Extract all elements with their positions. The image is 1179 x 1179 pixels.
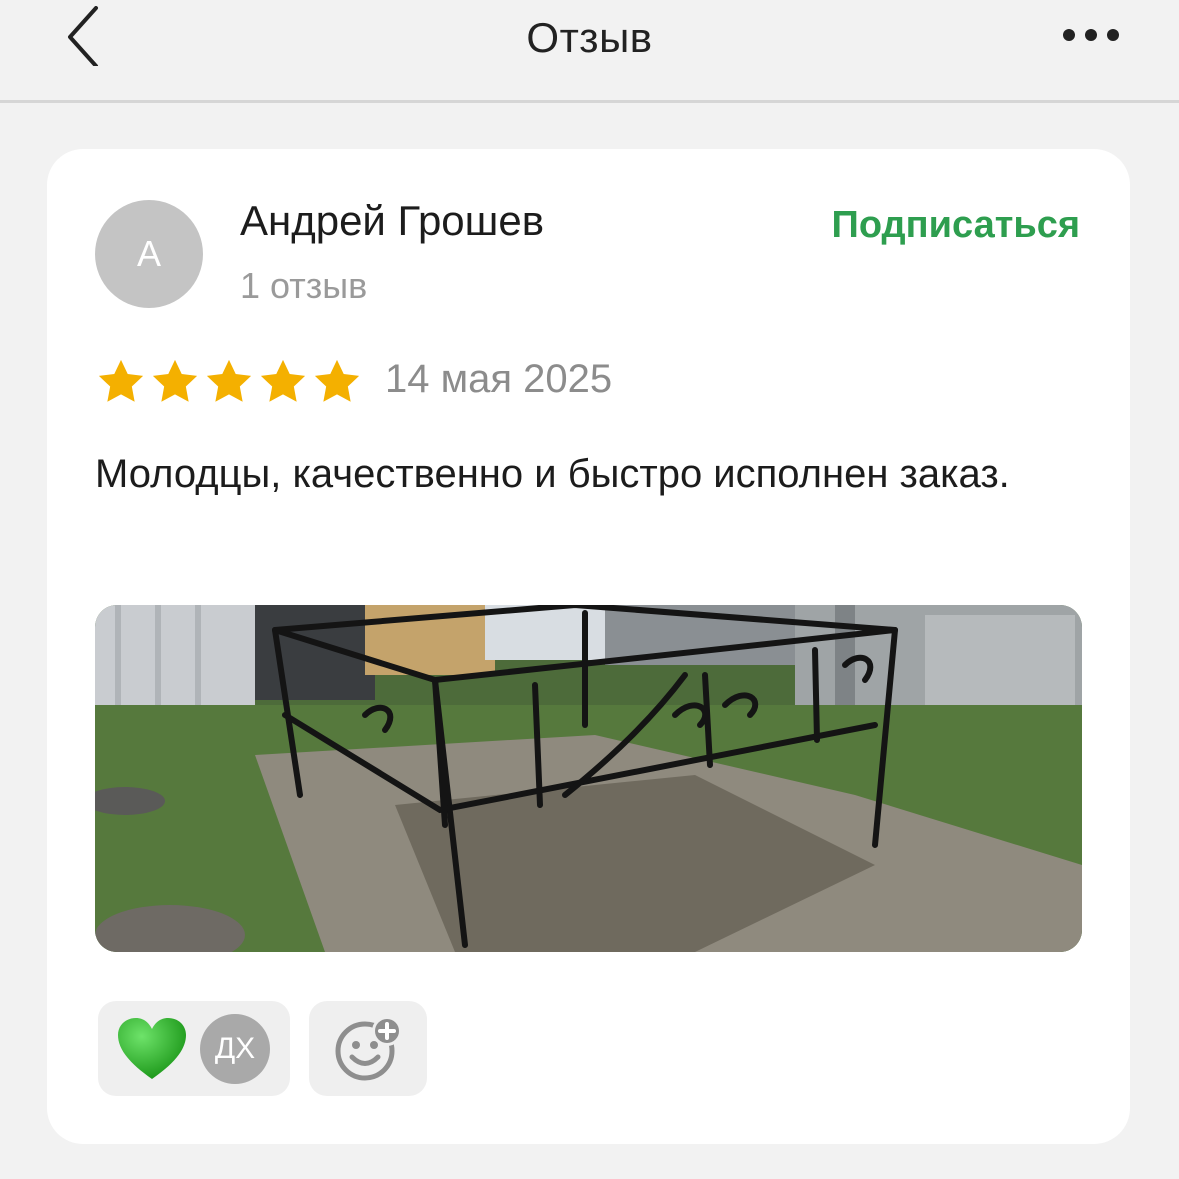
photo-thumbnail: [95, 605, 1082, 952]
review-card: А Андрей Грошев 1 отзыв Подписаться 14 м…: [47, 149, 1130, 1144]
page-title: Отзыв: [526, 14, 653, 61]
top-bar: Отзыв: [0, 0, 1179, 103]
more-horizontal-icon: [1063, 29, 1119, 41]
star-icon: [260, 359, 306, 402]
author-name[interactable]: Андрей Грошев: [240, 197, 544, 245]
add-reaction-button[interactable]: [309, 1001, 427, 1096]
more-button[interactable]: [1059, 20, 1129, 50]
green-heart-icon: [118, 1018, 186, 1079]
star-icon: [314, 359, 360, 402]
add-emoji-icon: [335, 1016, 402, 1081]
author-avatar[interactable]: А: [95, 200, 203, 308]
review-text: Молодцы, качественно и быстро исполнен з…: [95, 452, 1010, 496]
star-icon: [206, 359, 252, 402]
star-icon: [152, 359, 198, 402]
rating-stars: [95, 356, 363, 408]
reaction-heart-chip[interactable]: ДХ: [98, 1001, 290, 1096]
author-review-count: 1 отзыв: [240, 265, 368, 306]
review-photo[interactable]: [95, 605, 1082, 952]
reactor-avatar: ДХ: [200, 1014, 270, 1084]
subscribe-button[interactable]: Подписаться: [832, 204, 1080, 247]
star-icon: [98, 359, 144, 402]
review-date: 14 мая 2025: [385, 357, 613, 401]
